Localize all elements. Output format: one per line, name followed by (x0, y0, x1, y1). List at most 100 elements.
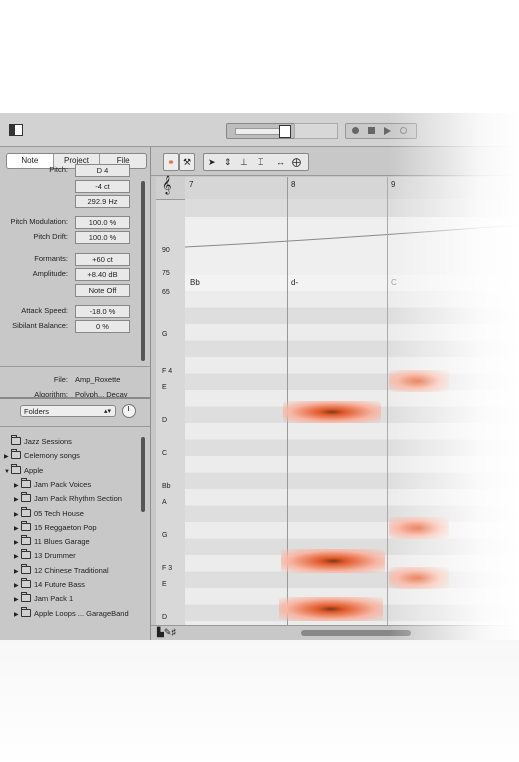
inspector-scrollbar[interactable] (141, 181, 145, 361)
window-reflection (0, 640, 519, 762)
folder-item[interactable]: ▶ Apple Loops ... GarageBand (14, 606, 129, 622)
folder-item[interactable]: ▶ Jam Pack 1 (14, 592, 73, 605)
folder-item[interactable]: Jazz Sessions (4, 435, 72, 448)
folder-item[interactable]: ▶ 15 Reggaeton Pop (14, 520, 97, 536)
footer-tool-icons[interactable]: ▙✎♯ (157, 627, 176, 638)
folder-icon (21, 592, 31, 603)
folders-select[interactable]: Folders ▴▾ (20, 405, 116, 417)
folders-select-value: Folders (24, 407, 50, 416)
pitch-key-label: C (162, 450, 168, 457)
folder-icon (11, 435, 21, 445)
param-value-field[interactable]: 292.9 Hz (75, 195, 130, 208)
disclosure-right-icon[interactable]: ▶ (14, 609, 21, 622)
folder-label: Apple (24, 465, 44, 475)
amp-tick: 90 (162, 247, 170, 254)
folder-item[interactable]: ▶ Jam Pack Rhythm Section (14, 492, 122, 505)
disclosure-right-icon[interactable]: ▶ (14, 566, 21, 579)
disclosure-right-icon[interactable]: ▶ (14, 551, 21, 564)
record-icon[interactable] (352, 127, 359, 134)
timeline-strip (185, 199, 519, 217)
folder-item[interactable]: ▼ Apple (4, 463, 44, 479)
folder-label: 12 Chinese Traditional (34, 565, 109, 575)
loop-icon[interactable] (400, 127, 407, 134)
disclosure-right-icon[interactable]: ▶ (14, 509, 21, 522)
pitch-lane (185, 489, 519, 505)
folder-icon (21, 549, 31, 560)
folder-icon (21, 563, 31, 574)
disclosure-right-icon[interactable]: ▶ (4, 451, 11, 464)
folder-item[interactable]: ▶ Celemony songs (4, 449, 80, 462)
pitch-lane (185, 373, 519, 390)
pitch-tool-icon[interactable]: ⇕ (224, 154, 232, 170)
note-blob[interactable] (279, 597, 383, 621)
browser-header: Folders ▴▾ (0, 399, 150, 425)
volume-knob[interactable] (122, 404, 136, 418)
param-value-field[interactable]: +60 ct (75, 253, 130, 266)
bar-number: 9 (391, 180, 396, 189)
note-blob[interactable] (389, 370, 449, 392)
folder-item[interactable]: ▶ 12 Chinese Traditional (14, 563, 109, 579)
folder-item[interactable]: ▶ Jam Pack Voices (14, 477, 92, 493)
zoom-slider[interactable] (226, 123, 295, 139)
pitch-ruler: 𝄞 90 75 65 G F 4 E D C Bb A G F 3 E D (156, 177, 186, 632)
note-blob[interactable] (281, 549, 385, 573)
pitch-key-label: D (162, 417, 168, 424)
disclosure-right-icon[interactable]: ▶ (14, 480, 21, 493)
param-label: Amplitude: (32, 269, 68, 278)
disclosure-right-icon[interactable]: ▶ (14, 580, 21, 593)
clef-button[interactable]: 𝄞 (156, 177, 185, 200)
folder-icon (21, 606, 31, 617)
folder-icon (11, 449, 21, 460)
disclosure-down-icon[interactable]: ▼ (4, 466, 11, 479)
pitch-key-label: Bb (162, 483, 171, 490)
folder-item[interactable]: ▶ 05 Tech House (14, 506, 84, 522)
divider (0, 366, 150, 367)
amplitude-tool-icon[interactable]: ⌶ (258, 154, 263, 170)
play-icon[interactable] (384, 127, 391, 135)
note-blob[interactable] (389, 517, 449, 539)
folder-label: 11 Blues Garage (34, 537, 90, 547)
sidebar-toggle-icon[interactable] (9, 124, 23, 136)
param-value-field[interactable]: D 4 (75, 164, 130, 177)
browser-scrollbar[interactable] (141, 437, 145, 512)
chord-label: d- (291, 278, 299, 287)
param-value-field[interactable]: -18.0 % (75, 305, 130, 318)
stop-icon[interactable] (368, 127, 375, 134)
note-blob[interactable] (283, 401, 381, 423)
horizontal-scrollbar[interactable] (301, 630, 411, 636)
param-value-field[interactable]: 100.0 % (75, 231, 130, 244)
disclosure-right-icon[interactable]: ▶ (14, 494, 21, 507)
pitch-lane (185, 456, 519, 472)
note-blob[interactable] (389, 567, 449, 589)
param-value-field[interactable]: Note Off (75, 284, 130, 297)
folder-label: Jam Pack Voices (34, 479, 92, 489)
chord-label: C (391, 278, 397, 287)
pointer-tool-icon[interactable]: ➤ (208, 154, 216, 170)
note-grid[interactable]: 7 8 9 Bb d- C (185, 177, 519, 637)
formant-tool-icon[interactable]: ⊥ (240, 154, 248, 170)
bar-number: 8 (291, 180, 296, 189)
pitch-lane (185, 307, 519, 324)
bar-ruler[interactable]: 7 8 9 (185, 177, 519, 200)
folder-item[interactable]: ▶ 14 Future Bass (14, 578, 85, 591)
folder-label: Celemony songs (24, 451, 80, 461)
file-label: File: (53, 375, 68, 384)
param-value-field[interactable]: -4 ct (75, 180, 130, 193)
folder-item[interactable]: ▶ 11 Blues Garage (14, 535, 90, 548)
disclosure-right-icon[interactable]: ▶ (14, 594, 21, 607)
chord-label: Bb (190, 278, 200, 287)
split-tool-icon[interactable]: ⨁ (292, 154, 301, 170)
position-display (294, 123, 338, 139)
wrench-tool-icon[interactable]: ⚒ (179, 153, 195, 171)
disclosure-right-icon[interactable]: ▶ (14, 523, 21, 536)
param-value-field[interactable]: 100.0 % (75, 216, 130, 229)
toolbar (0, 113, 519, 147)
pitch-lane (185, 472, 519, 489)
timing-tool-icon[interactable]: ↔ (276, 154, 285, 170)
param-value-field[interactable]: +8.40 dB (75, 268, 130, 281)
zoom-handle[interactable] (279, 125, 291, 138)
disclosure-right-icon[interactable]: ▶ (14, 537, 21, 550)
param-value-field[interactable]: 0 % (75, 320, 130, 333)
link-tool-icon[interactable]: ⚭ (163, 153, 179, 171)
folder-item[interactable]: ▶ 13 Drummer (14, 549, 76, 562)
